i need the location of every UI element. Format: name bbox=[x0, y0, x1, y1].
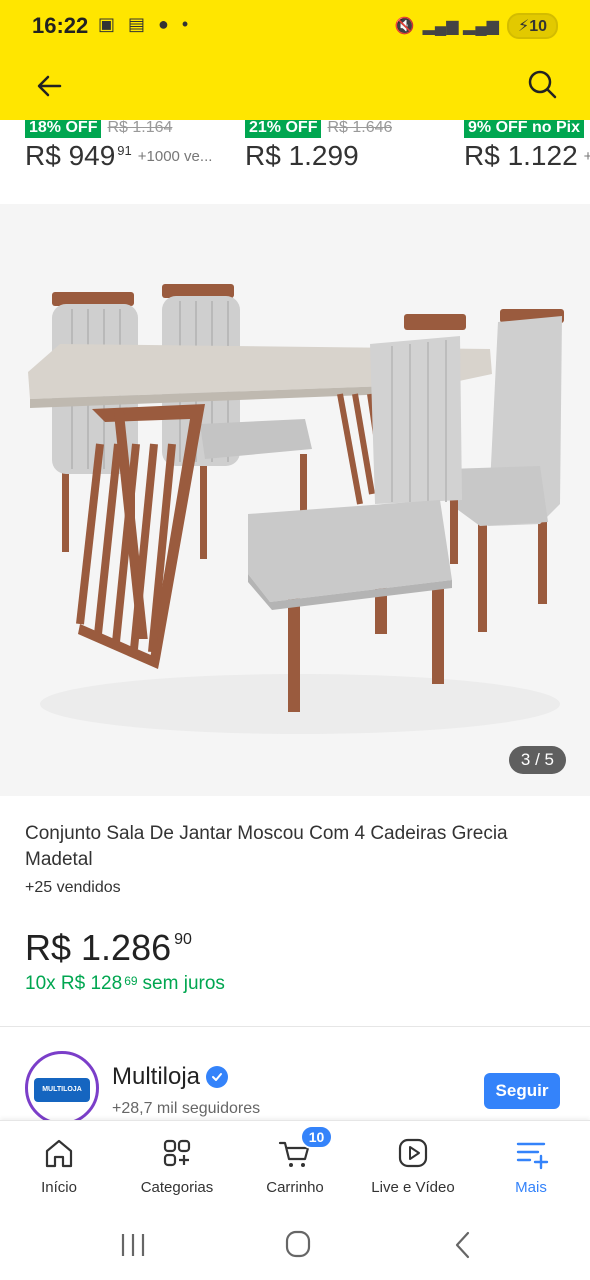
product-price: R$ 1.286 90 bbox=[25, 927, 192, 969]
nav-item-inicio[interactable]: Início bbox=[0, 1121, 118, 1211]
status-icons: 🔇 ▂▄▆ ▂▄▆ ⚡10 bbox=[395, 13, 558, 39]
nav-label: Carrinho bbox=[266, 1179, 324, 1196]
signal-icon: ▂▄▆ ▂▄▆ bbox=[422, 18, 499, 35]
follow-button[interactable]: Seguir bbox=[484, 1073, 560, 1109]
old-price: R$ 1.164 bbox=[107, 120, 173, 136]
menu-plus-icon bbox=[516, 1142, 549, 1170]
back-button[interactable] bbox=[30, 66, 70, 106]
price-main: R$ 1.286 bbox=[25, 927, 172, 968]
seller-logo-mark: MULTILOJA bbox=[34, 1078, 90, 1102]
app-bar bbox=[0, 52, 590, 120]
discount-badge: 9% OFF no Pix bbox=[464, 120, 585, 138]
related-price: R$ 1.122 bbox=[464, 140, 578, 171]
status-time: 16:22 bbox=[32, 13, 89, 38]
related-price: R$ 1.299 bbox=[245, 140, 359, 171]
related-product-card[interactable]: 18% OFF R$ 1.164 R$ 949 91 +1000 ve... bbox=[25, 120, 212, 198]
seller-followers: +28,7 mil seguidores bbox=[112, 1100, 261, 1117]
nav-item-carrinho[interactable]: 10 Carrinho bbox=[236, 1121, 354, 1211]
related-price: R$ 949 bbox=[25, 140, 116, 171]
image-counter: 3 / 5 bbox=[508, 746, 566, 774]
mute-icon: 🔇 bbox=[394, 18, 415, 35]
seller-logo[interactable]: MULTILOJA bbox=[25, 1051, 99, 1125]
home-circle-icon bbox=[285, 1230, 311, 1258]
chevron-left-icon bbox=[455, 1231, 470, 1259]
system-navigation-bar bbox=[0, 1210, 590, 1280]
battery-indicator: ⚡10 bbox=[506, 13, 558, 39]
installments: 10x R$ 128 69 sem juros bbox=[25, 973, 225, 995]
product-image-gallery[interactable]: 3 / 5 bbox=[0, 204, 590, 796]
recent-apps-button[interactable] bbox=[113, 1228, 153, 1262]
nav-item-live-video[interactable]: Live e Vídeo bbox=[354, 1121, 472, 1211]
nav-label: Mais bbox=[515, 1179, 547, 1196]
nav-item-mais[interactable]: Mais bbox=[472, 1121, 590, 1211]
discount-badge: 18% OFF bbox=[25, 120, 102, 138]
video-icon bbox=[398, 1138, 428, 1168]
installments-cents: 69 bbox=[124, 974, 138, 988]
product-image bbox=[28, 284, 564, 734]
product-title: Conjunto Sala De Jantar Moscou Com 4 Cad… bbox=[25, 823, 508, 870]
recent-apps-icon bbox=[121, 1234, 145, 1256]
old-price: R$ 1.646 bbox=[327, 120, 393, 136]
home-icon bbox=[45, 1139, 73, 1168]
arrow-left-icon bbox=[37, 75, 62, 97]
related-price-cents: 91 bbox=[117, 143, 132, 158]
back-system-button[interactable] bbox=[444, 1228, 484, 1262]
seller-name-row[interactable]: Multiloja bbox=[112, 1063, 229, 1091]
bottom-navigation: Início Categorias 10 Carrinho Live e Víd… bbox=[0, 1120, 590, 1210]
nav-label: Início bbox=[41, 1179, 77, 1196]
related-products-strip[interactable]: 18% OFF R$ 1.164 R$ 949 91 +1000 ve... 2… bbox=[0, 120, 590, 202]
divider bbox=[0, 1026, 590, 1027]
price-cents: 90 bbox=[174, 931, 192, 948]
related-product-card[interactable]: 9% OFF no Pix R$ 1.122 +5 bbox=[464, 120, 590, 198]
search-button[interactable] bbox=[522, 64, 562, 104]
installments-amount: 10x R$ 128 bbox=[25, 973, 123, 994]
status-bar: 16:22 ▣ ▤ ● • 🔇 ▂▄▆ ▂▄▆ ⚡10 bbox=[0, 0, 590, 52]
nav-label: Live e Vídeo bbox=[371, 1179, 455, 1196]
notification-icons: ▣ ▤ ● • bbox=[98, 14, 193, 34]
installments-suffix: sem juros bbox=[142, 973, 225, 994]
home-system-button[interactable] bbox=[278, 1228, 318, 1262]
cart-count-badge: 10 bbox=[299, 1125, 334, 1149]
nav-label: Categorias bbox=[140, 1179, 214, 1196]
seller-name: Multiloja bbox=[112, 1063, 201, 1090]
related-sold-count: +1000 ve... bbox=[137, 148, 213, 165]
categories-icon bbox=[163, 1139, 191, 1167]
discount-badge: 21% OFF bbox=[245, 120, 322, 138]
nav-item-categorias[interactable]: Categorias bbox=[118, 1121, 236, 1211]
related-sold-count: +5 bbox=[583, 148, 590, 165]
search-icon bbox=[528, 70, 557, 99]
sold-count: +25 vendidos bbox=[25, 879, 121, 896]
related-product-card[interactable]: 21% OFF R$ 1.646 R$ 1.299 bbox=[245, 120, 392, 198]
verified-badge-icon bbox=[206, 1066, 229, 1088]
